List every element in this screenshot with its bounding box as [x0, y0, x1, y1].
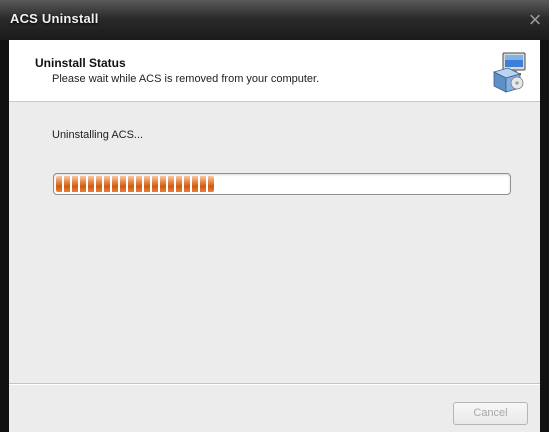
window-title: ACS Uninstall	[10, 11, 99, 26]
footer-panel: Cancel	[9, 385, 540, 432]
uninstall-window: ACS Uninstall × Uninstall Status Please …	[0, 0, 549, 432]
title-bar[interactable]: ACS Uninstall ×	[0, 0, 549, 40]
header-title: Uninstall Status	[35, 56, 126, 70]
window-frame-left	[0, 40, 9, 432]
main-content: Uninstalling ACS...	[9, 102, 540, 382]
status-text: Uninstalling ACS...	[52, 129, 144, 141]
cancel-button[interactable]: Cancel	[453, 402, 528, 425]
progress-fill	[56, 176, 214, 192]
header-panel: Uninstall Status Please wait while ACS i…	[9, 40, 540, 102]
header-subtitle: Please wait while ACS is removed from yo…	[52, 73, 320, 85]
window-frame-right	[540, 40, 549, 432]
close-icon[interactable]: ×	[521, 0, 549, 40]
progress-bar	[53, 173, 511, 195]
installer-computer-icon	[492, 52, 526, 93]
